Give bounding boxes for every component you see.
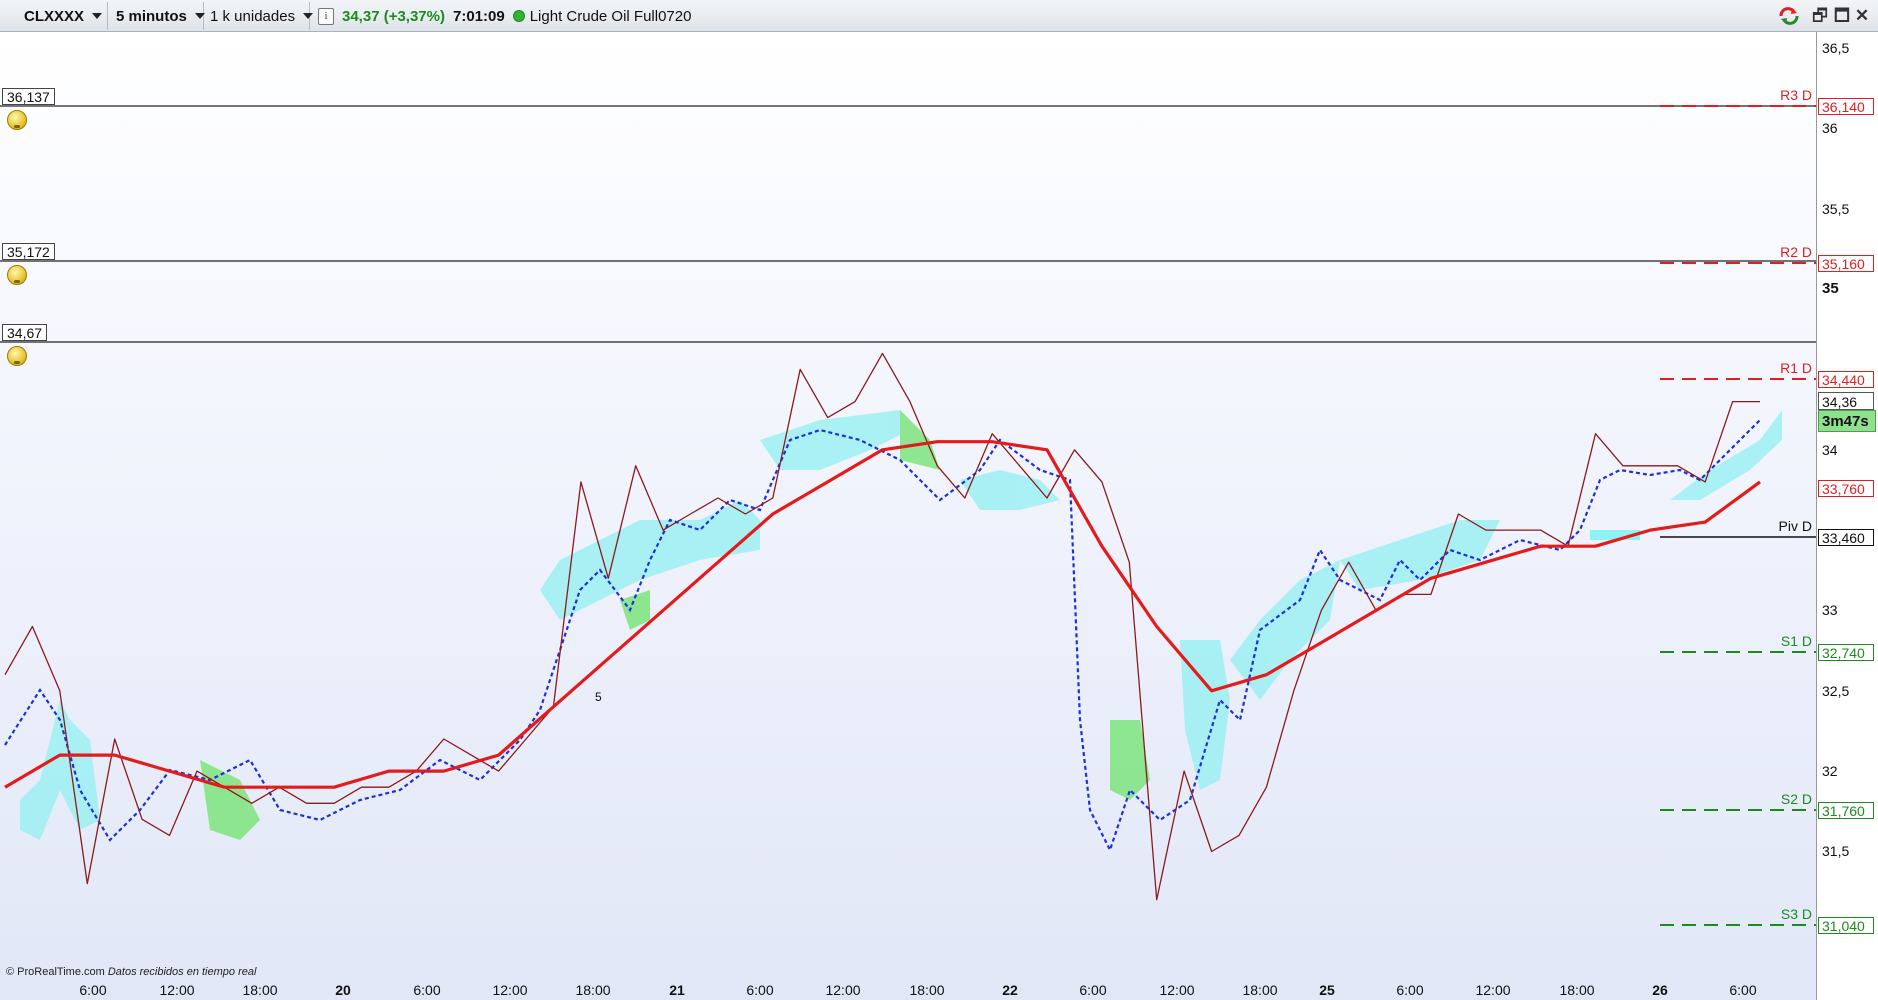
ichimoku-cloud [20, 410, 1782, 840]
x-tick-label: 18:00 [909, 982, 945, 998]
bell-icon [7, 346, 27, 366]
signal-count: 5 [595, 690, 602, 704]
pivot-price-box: 31,760 [1818, 802, 1874, 819]
x-tick-label: 12:00 [159, 982, 195, 998]
pivot-label: S2 D [1780, 791, 1812, 807]
data-source-note: © ProRealTime.com Datos recibidos en tie… [6, 966, 256, 978]
bar-timer: 3m47s [1818, 410, 1876, 432]
chart-dynamic-layer [0, 105, 1816, 926]
x-tick-label: 20 [335, 982, 351, 998]
pivot-label: S1 D [1780, 633, 1812, 649]
x-tick-label: 6:00 [1396, 982, 1424, 998]
y-tick-label: 36,5 [1822, 40, 1850, 57]
x-tick-label: 22 [1002, 982, 1018, 998]
price-series-line [4, 440, 1761, 789]
x-tick-label: 6:00 [746, 982, 774, 998]
alert-line-label: 35,172 [2, 243, 55, 260]
bell-icon [7, 265, 27, 285]
pivot-label: R2 D [1780, 244, 1812, 260]
x-tick-label: 6:00 [413, 982, 441, 998]
y-tick-label: 36 [1822, 120, 1838, 137]
pivot-label: Piv D [1778, 518, 1812, 534]
y-tick-label: 34 [1822, 441, 1838, 458]
pivot-label: R1 D [1780, 360, 1812, 376]
pivot-label: R3 D [1780, 87, 1812, 103]
x-tick-label: 12:00 [492, 982, 528, 998]
copyright-text: © ProRealTime.com [6, 966, 105, 978]
pivot-price-box: 32,740 [1818, 644, 1874, 661]
pivot-price-box: 33,760 [1818, 480, 1874, 497]
x-tick-label: 12:00 [1159, 982, 1195, 998]
tenkan-line [4, 419, 1761, 853]
x-tick-label: 6:00 [1729, 982, 1757, 998]
alert-line-label: 34,67 [2, 324, 48, 341]
pivot-price-box: 31,040 [1818, 917, 1874, 934]
y-tick-label: 35 [1822, 280, 1839, 298]
x-tick-label: 21 [669, 982, 685, 998]
x-tick-label: 26 [1652, 982, 1668, 998]
price-chart[interactable] [0, 0, 1878, 1000]
realtime-note: Datos recibidos en tiempo real [107, 966, 257, 978]
pivot-price-box: 36,140 [1818, 98, 1874, 115]
pivot-price-box: 35,160 [1818, 255, 1874, 272]
x-tick-label: 18:00 [1242, 982, 1278, 998]
y-tick-label: 31,5 [1822, 843, 1850, 860]
pivot-price-box: 33,460 [1818, 529, 1874, 546]
x-tick-label: 18:00 [575, 982, 611, 998]
pivot-price-box: 34,440 [1818, 371, 1874, 388]
x-tick-label: 18:00 [1559, 982, 1595, 998]
x-tick-label: 6:00 [1079, 982, 1107, 998]
y-tick-label: 32 [1822, 763, 1838, 780]
y-tick-label: 32,5 [1822, 682, 1850, 699]
pivot-label: S3 D [1780, 906, 1812, 922]
x-tick-label: 25 [1319, 982, 1335, 998]
y-tick-label: 35,5 [1822, 200, 1850, 217]
x-tick-label: 6:00 [79, 982, 107, 998]
x-tick-label: 12:00 [825, 982, 861, 998]
alert-line-label: 36,137 [2, 88, 55, 105]
bell-icon [7, 110, 27, 130]
y-tick-label: 33 [1822, 602, 1838, 619]
x-tick-label: 12:00 [1475, 982, 1511, 998]
x-tick-label: 18:00 [242, 982, 278, 998]
current-price-box: 34,36 [1818, 392, 1874, 410]
